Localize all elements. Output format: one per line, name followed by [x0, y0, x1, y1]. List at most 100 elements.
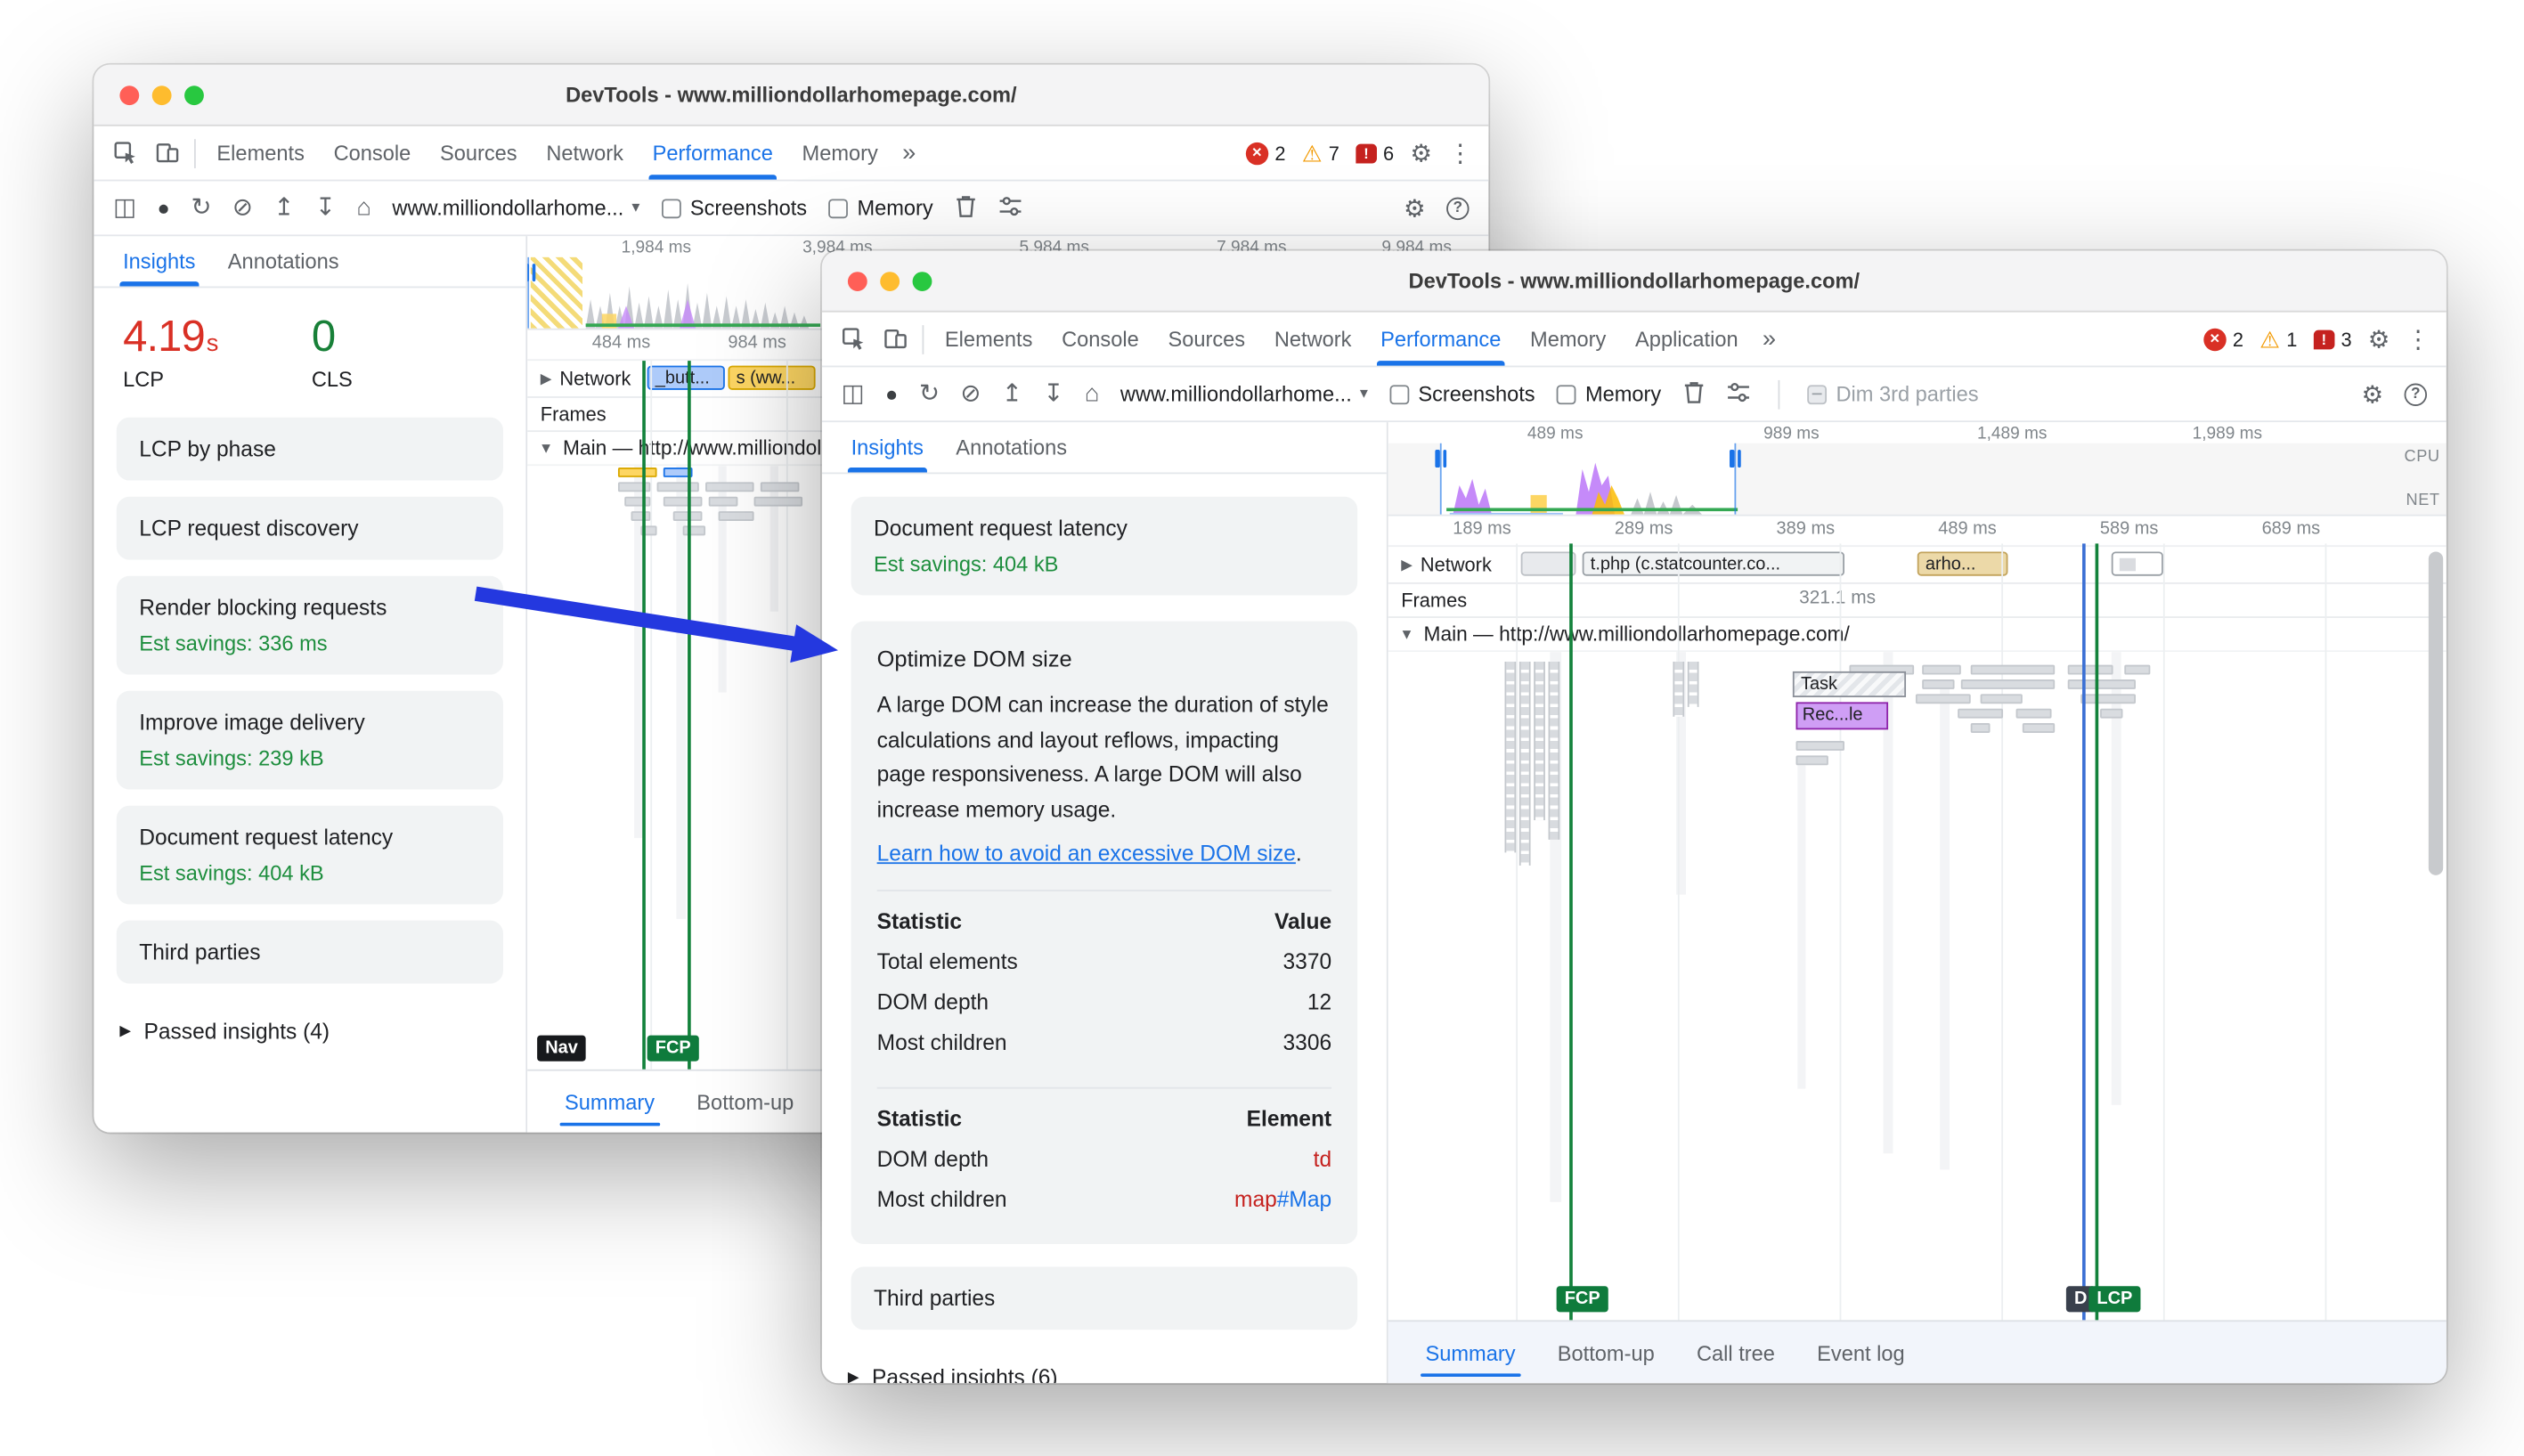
device-toolbar-icon[interactable] — [146, 126, 188, 180]
pane-tab-insights[interactable]: Insights — [835, 422, 940, 473]
tab-network[interactable]: Network — [532, 126, 638, 180]
record-icon[interactable]: ● — [885, 384, 898, 405]
tab-bottom-up[interactable]: Bottom-up — [1536, 1322, 1675, 1383]
save-profile-icon[interactable]: ↧ — [1043, 382, 1063, 406]
reload-and-record-icon[interactable]: ↻ — [191, 196, 211, 220]
dim-3rd-parties-checkbox[interactable]: Dim 3rd parties — [1806, 382, 1979, 406]
tab-network[interactable]: Network — [1259, 313, 1365, 366]
tab-memory[interactable]: Memory — [1516, 313, 1621, 366]
help-icon[interactable]: ? — [1446, 196, 1470, 220]
task-bar[interactable] — [682, 525, 706, 536]
insight-card-lcp-by-phase[interactable]: LCP by phase — [116, 417, 503, 481]
page-url-dropdown[interactable]: www.milliondollarhome... ▾ — [1120, 382, 1368, 406]
dock-side-icon[interactable]: ◫ — [842, 382, 865, 406]
error-count-badge[interactable]: ✕ 2 — [1245, 141, 1286, 165]
settings-gear-icon[interactable]: ⚙ — [2368, 324, 2390, 354]
vertical-scrollbar[interactable] — [2428, 551, 2444, 875]
insight-card-render-blocking[interactable]: Render blocking requests Est savings: 33… — [116, 575, 503, 675]
task-bar[interactable] — [1958, 708, 2004, 719]
task-bar[interactable] — [631, 511, 651, 521]
main-thread-flame-chart[interactable]: Task Rec...le — [1388, 652, 2447, 1321]
network-track[interactable]: ▶ Network t.php (c.statcounter.co... arh… — [1388, 547, 2447, 584]
passed-insights-toggle[interactable]: ▶ Passed insights (6) — [822, 1346, 1387, 1383]
insight-card-third-parties[interactable]: Third parties — [851, 1266, 1358, 1330]
network-request-chip[interactable]: arho... — [1917, 551, 2008, 576]
task-bar[interactable] — [1795, 755, 1828, 766]
clear-icon[interactable]: ⊘ — [960, 382, 981, 406]
task-stack[interactable] — [1548, 662, 1560, 840]
inspect-element-icon[interactable] — [832, 313, 874, 366]
task-bar[interactable] — [1970, 723, 1991, 733]
tab-sources[interactable]: Sources — [426, 126, 532, 180]
insight-card-third-parties[interactable]: Third parties — [116, 920, 503, 984]
task-stack[interactable] — [1534, 662, 1545, 821]
pane-tab-annotations[interactable]: Annotations — [940, 422, 1083, 472]
task-bar[interactable] — [1915, 694, 1971, 704]
task-bar[interactable] — [2067, 679, 2137, 689]
tab-summary[interactable]: Summary — [543, 1071, 675, 1133]
minimap-left-handle[interactable] — [1435, 450, 1447, 468]
tune-sliders-icon[interactable] — [997, 193, 1022, 223]
task-bar[interactable] — [1922, 679, 1955, 689]
task-bar[interactable] — [2080, 694, 2137, 704]
close-window-button[interactable] — [119, 85, 140, 106]
more-menu-icon[interactable]: ⋮ — [2406, 324, 2430, 354]
task-bar[interactable] — [705, 482, 754, 492]
minimize-window-button[interactable] — [880, 272, 900, 292]
passed-insights-toggle[interactable]: ▶ Passed insights (4) — [94, 1000, 525, 1063]
device-toolbar-icon[interactable] — [874, 313, 916, 366]
tune-sliders-icon[interactable] — [1726, 379, 1750, 409]
tab-summary[interactable]: Summary — [1404, 1322, 1536, 1383]
dock-side-icon[interactable]: ◫ — [113, 196, 136, 220]
more-menu-icon[interactable]: ⋮ — [1448, 138, 1472, 167]
network-request-chip[interactable] — [2111, 551, 2163, 576]
lcp-metric[interactable]: 4.19 s LCP — [123, 313, 218, 392]
page-url-dropdown[interactable]: www.milliondollarhome... ▾ — [392, 196, 639, 220]
optimize-dom-size-card[interactable]: Optimize DOM size A large DOM can increa… — [851, 621, 1358, 1245]
task-bar[interactable] — [1795, 741, 1845, 751]
warning-count-badge[interactable]: ⚠ 7 — [1302, 142, 1339, 164]
task-bar[interactable] — [760, 482, 800, 492]
task-bar[interactable] — [2022, 723, 2056, 733]
tab-memory[interactable]: Memory — [787, 126, 892, 180]
element-reference-link[interactable]: map#Map — [1234, 1187, 1331, 1211]
timeline-minimap[interactable]: 489 ms 989 ms 1,489 ms 1,989 ms CPU NET — [1388, 422, 2447, 517]
task-bar[interactable] — [2015, 708, 2052, 719]
task-bar[interactable] — [1980, 694, 2023, 704]
screenshots-checkbox[interactable]: Screenshots — [661, 196, 807, 220]
main-thread-header[interactable]: ▼ Main — http://www.milliondollarhomepag… — [1388, 618, 2447, 653]
insight-card-doc-request-latency[interactable]: Document request latency Est savings: 40… — [851, 496, 1358, 596]
task-stack[interactable] — [1673, 662, 1685, 717]
tab-console[interactable]: Console — [1047, 313, 1153, 366]
pane-tab-annotations[interactable]: Annotations — [212, 236, 355, 286]
task-event-chip[interactable]: Task — [1792, 671, 1907, 697]
tab-event-log[interactable]: Event log — [1796, 1322, 1926, 1383]
tab-call-tree[interactable]: Call tree — [1675, 1322, 1795, 1383]
recalculate-style-chip[interactable]: Rec...le — [1795, 702, 1889, 730]
tab-performance[interactable]: Performance — [638, 126, 787, 180]
task-bar[interactable] — [708, 496, 738, 507]
more-tabs-icon[interactable]: » — [892, 126, 925, 180]
issues-count-badge[interactable]: ! 3 — [2313, 328, 2352, 350]
zoom-window-button[interactable] — [184, 85, 204, 106]
insight-card-doc-request-latency[interactable]: Document request latency Est savings: 40… — [116, 805, 503, 905]
minimap-left-handle[interactable] — [527, 264, 536, 282]
network-request-chip[interactable] — [1520, 551, 1576, 576]
task-bar[interactable] — [656, 482, 699, 492]
close-window-button[interactable] — [847, 272, 867, 292]
task-bar[interactable] — [617, 468, 657, 477]
element-reference-link[interactable]: td — [1314, 1147, 1331, 1171]
load-profile-icon[interactable]: ↥ — [273, 196, 294, 220]
task-bar[interactable] — [718, 511, 754, 521]
warning-count-badge[interactable]: ⚠ 1 — [2259, 328, 2297, 350]
task-bar[interactable] — [1922, 664, 1961, 675]
task-bar[interactable] — [2100, 708, 2123, 719]
settings-gear-icon[interactable]: ⚙ — [1410, 138, 1431, 167]
capture-settings-gear-icon[interactable]: ⚙ — [1404, 193, 1425, 223]
tab-application[interactable]: Application — [1621, 313, 1753, 366]
tab-elements[interactable]: Elements — [202, 126, 319, 180]
minimize-window-button[interactable] — [151, 85, 172, 106]
record-icon[interactable]: ● — [158, 198, 170, 219]
task-bar[interactable] — [1970, 664, 2056, 675]
task-bar[interactable] — [624, 496, 651, 507]
